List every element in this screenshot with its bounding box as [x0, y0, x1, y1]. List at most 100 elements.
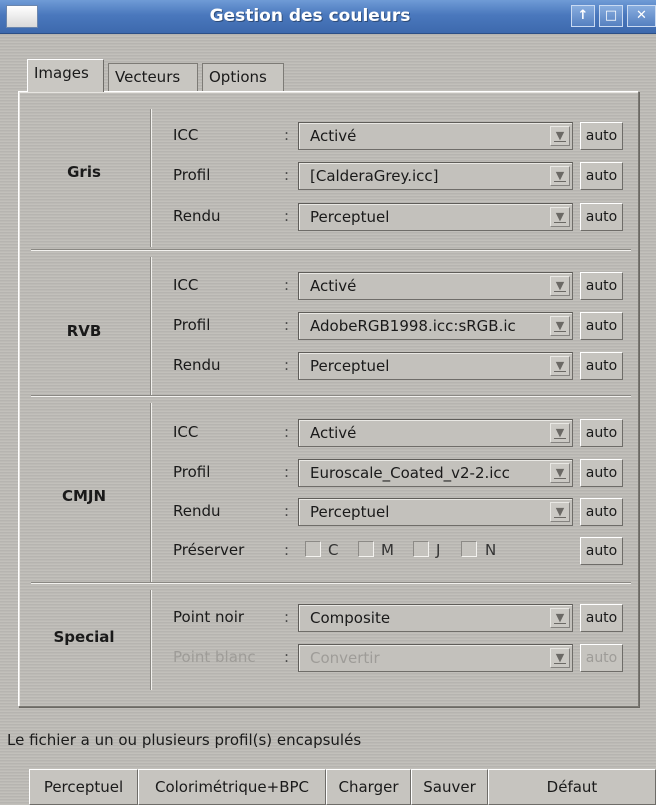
colon: :	[284, 423, 290, 441]
colon: :	[284, 276, 290, 294]
dropdown-arrow-icon: ▼	[550, 648, 570, 668]
gris-rendu-select[interactable]: Perceptuel ▼	[298, 203, 573, 231]
select-value: Activé	[310, 127, 357, 145]
colon: :	[284, 166, 290, 184]
row-label: Point noir	[173, 608, 245, 626]
preserve-n-checkbox[interactable]	[461, 541, 477, 557]
colon: :	[284, 126, 290, 144]
dropdown-arrow-icon[interactable]: ▼	[550, 316, 570, 336]
colon: :	[284, 316, 290, 334]
row-label: Rendu	[173, 207, 221, 225]
point-blanc-auto-button: auto	[580, 644, 623, 672]
dropdown-arrow-icon[interactable]: ▼	[550, 126, 570, 146]
point-noir-select[interactable]: Composite ▼	[298, 604, 573, 632]
gris-rendu-auto-button[interactable]: auto	[580, 203, 623, 231]
raise-window-icon[interactable]: ↑	[571, 5, 595, 27]
colorimetrique-bpc-button[interactable]: Colorimétrique+BPC	[138, 769, 326, 805]
cmjn-icc-select[interactable]: Activé ▼	[298, 419, 573, 447]
cmjn-rendu-row: Rendu : Perceptuel ▼ auto	[19, 498, 638, 526]
cmjn-rendu-auto-button[interactable]: auto	[580, 498, 623, 526]
gris-icc-row: ICC : Activé ▼ auto	[19, 122, 638, 150]
cmjn-preserver-auto-button[interactable]: auto	[580, 537, 623, 565]
rvb-rendu-auto-button[interactable]: auto	[580, 352, 623, 380]
cmjn-preserver-row: Préserver : C M J N auto	[19, 537, 638, 565]
preserve-c-label: C	[328, 541, 339, 559]
cmjn-section: C M J N ICC : Activé ▼ auto Profil : Eurosca…	[19, 398, 638, 584]
row-label: Préserver	[173, 541, 245, 559]
preserve-c-checkbox[interactable]	[305, 541, 321, 557]
maximize-icon[interactable]: □	[599, 5, 623, 27]
defaut-button[interactable]: Défaut	[488, 769, 656, 805]
row-label: ICC	[173, 126, 199, 144]
close-icon[interactable]: ✕	[627, 5, 656, 27]
tab-vecteurs[interactable]: Vecteurs	[108, 63, 198, 91]
cmjn-profil-select[interactable]: Euroscale_Coated_v2-2.icc ▼	[298, 459, 573, 487]
section-divider	[31, 582, 631, 584]
rvb-profil-select[interactable]: AdobeRGB1998.icc:sRGB.ic ▼	[298, 312, 573, 340]
special-point-blanc-row: Point blanc : Convertir ▼ auto	[19, 644, 638, 672]
title-bar: Gestion des couleurs ↑ □ ✕	[0, 0, 656, 34]
gris-profil-select[interactable]: [CalderaGrey.icc] ▼	[298, 162, 573, 190]
dropdown-arrow-icon[interactable]: ▼	[550, 356, 570, 376]
preserve-n-label: N	[485, 541, 497, 559]
special-point-noir-row: Point noir : Composite ▼ auto	[19, 604, 638, 632]
row-label: ICC	[173, 423, 199, 441]
special-section: Special Point noir : Composite ▼ auto Poi…	[19, 585, 638, 695]
select-value: Composite	[310, 609, 391, 627]
tab-options-label: Options	[209, 68, 267, 86]
dropdown-arrow-icon[interactable]: ▼	[550, 207, 570, 227]
row-label: Point blanc	[173, 648, 256, 666]
cmjn-profil-auto-button[interactable]: auto	[580, 459, 623, 487]
select-value: Activé	[310, 277, 357, 295]
select-value: [CalderaGrey.icc]	[310, 167, 439, 185]
colon: :	[284, 356, 290, 374]
dropdown-arrow-icon[interactable]: ▼	[550, 608, 570, 628]
preserve-m-checkbox[interactable]	[358, 541, 374, 557]
tab-images-label: Images	[34, 64, 89, 82]
rvb-profil-auto-button[interactable]: auto	[580, 312, 623, 340]
gris-icc-select[interactable]: Activé ▼	[298, 122, 573, 150]
colon: :	[284, 648, 290, 666]
sauver-button[interactable]: Sauver	[411, 769, 488, 805]
section-divider	[31, 395, 631, 397]
colon: :	[284, 541, 290, 559]
dropdown-arrow-icon[interactable]: ▼	[550, 276, 570, 296]
section-divider	[31, 249, 631, 251]
select-value: Perceptuel	[310, 503, 390, 521]
select-value: Euroscale_Coated_v2-2.icc	[310, 464, 510, 482]
tab-options[interactable]: Options	[202, 63, 284, 91]
rvb-rendu-select[interactable]: Perceptuel ▼	[298, 352, 573, 380]
cmjn-icc-auto-button[interactable]: auto	[580, 419, 623, 447]
dropdown-arrow-icon[interactable]: ▼	[550, 166, 570, 186]
cmjn-icc-row: ICC : Activé ▼ auto	[19, 419, 638, 447]
row-label: Rendu	[173, 356, 221, 374]
select-value: Activé	[310, 424, 357, 442]
dropdown-arrow-icon[interactable]: ▼	[550, 423, 570, 443]
images-tab-panel: Gris ICC : Activé ▼ auto Profil : [Calder…	[18, 91, 639, 707]
preserve-m-label: M	[381, 541, 394, 559]
charger-button[interactable]: Charger	[326, 769, 411, 805]
preserve-j-label: J	[436, 541, 441, 559]
bottom-button-bar: Perceptuel Colorimétrique+BPC Charger Sa…	[0, 769, 656, 805]
point-blanc-select: Convertir ▼	[298, 644, 573, 672]
colon: :	[284, 608, 290, 626]
gris-icc-auto-button[interactable]: auto	[580, 122, 623, 150]
perceptuel-button[interactable]: Perceptuel	[29, 769, 138, 805]
tab-images[interactable]: Images	[27, 59, 104, 92]
cmjn-profil-row: Profil : Euroscale_Coated_v2-2.icc ▼ auto	[19, 459, 638, 487]
rvb-rendu-row: Rendu : Perceptuel ▼ auto	[19, 352, 638, 380]
dropdown-arrow-icon[interactable]: ▼	[550, 463, 570, 483]
colon: :	[284, 207, 290, 225]
gris-profil-auto-button[interactable]: auto	[580, 162, 623, 190]
cmjn-rendu-select[interactable]: Perceptuel ▼	[298, 498, 573, 526]
dropdown-arrow-icon[interactable]: ▼	[550, 502, 570, 522]
rvb-icc-select[interactable]: Activé ▼	[298, 272, 573, 300]
select-value: Perceptuel	[310, 208, 390, 226]
preserve-j-checkbox[interactable]	[413, 541, 429, 557]
row-label: Profil	[173, 316, 211, 334]
rvb-icc-auto-button[interactable]: auto	[580, 272, 623, 300]
gris-profil-row: Profil : [CalderaGrey.icc] ▼ auto	[19, 162, 638, 190]
gris-section: Gris ICC : Activé ▼ auto Profil : [Calder…	[19, 92, 638, 252]
tab-vecteurs-label: Vecteurs	[115, 68, 181, 86]
point-noir-auto-button[interactable]: auto	[580, 604, 623, 632]
